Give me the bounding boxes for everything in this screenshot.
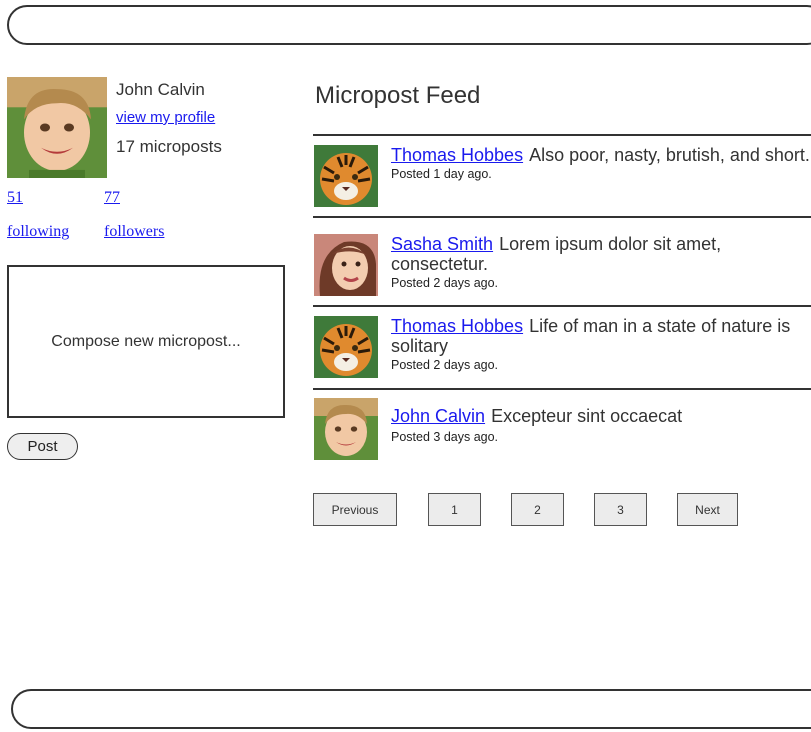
author-link[interactable]: Sasha Smith (391, 234, 493, 254)
header-bar (7, 5, 811, 45)
micropost-count: 17 microposts (116, 137, 222, 156)
feed-item-content: Sasha Smith Lorem ipsum dolor sit amet, c… (391, 234, 811, 291)
feed-divider (313, 388, 811, 390)
view-profile-link[interactable]: view my profile (116, 109, 215, 126)
feed-divider (313, 216, 811, 218)
footer-bar (11, 689, 811, 729)
timestamp: Posted 2 days ago. (391, 358, 499, 372)
followers-label-link[interactable]: followers (104, 223, 164, 241)
boy-avatar[interactable] (314, 398, 378, 460)
tiger-image (314, 145, 378, 207)
next-page-button[interactable]: Next (677, 493, 738, 526)
page-2-button[interactable]: 2 (511, 493, 564, 526)
author-link[interactable]: Thomas Hobbes (391, 145, 523, 165)
boy-face-image (314, 398, 378, 460)
boy-face-image (7, 77, 107, 178)
tiger-avatar[interactable] (314, 316, 378, 378)
author-link[interactable]: Thomas Hobbes (391, 316, 523, 336)
author-link[interactable]: John Calvin (391, 406, 485, 426)
woman-image (314, 234, 378, 296)
user-avatar[interactable] (7, 77, 107, 178)
page-1-button[interactable]: 1 (428, 493, 481, 526)
feed-divider (313, 305, 811, 307)
feed-item-content: Thomas Hobbes Also poor, nasty, brutish, … (391, 145, 811, 182)
following-label-link[interactable]: following (7, 223, 69, 241)
tiger-avatar[interactable] (314, 145, 378, 207)
feed-item-content: Thomas Hobbes Life of man in a state of n… (391, 316, 811, 373)
feed-title: Micropost Feed (315, 82, 481, 109)
timestamp: Posted 3 days ago. (391, 430, 499, 444)
followers-count-link[interactable]: 77 (104, 189, 120, 207)
previous-page-button[interactable]: Previous (313, 493, 397, 526)
compose-micropost-field[interactable]: Compose new micropost... (7, 265, 285, 418)
page-3-button[interactable]: 3 (594, 493, 647, 526)
following-count-link[interactable]: 51 (7, 189, 23, 207)
timestamp: Posted 1 day ago. (391, 167, 492, 181)
post-button[interactable]: Post (7, 433, 78, 460)
feed-divider (313, 134, 811, 136)
woman-avatar[interactable] (314, 234, 378, 296)
timestamp: Posted 2 days ago. (391, 276, 499, 290)
compose-placeholder: Compose new micropost... (51, 332, 241, 350)
post-text: Also poor, nasty, brutish, and short. (529, 145, 810, 165)
post-text: Excepteur sint occaecat (491, 406, 683, 426)
tiger-image (314, 316, 378, 378)
user-name: John Calvin (116, 80, 205, 99)
feed-item-content: John Calvin Excepteur sint occaecat Poste… (391, 406, 811, 445)
